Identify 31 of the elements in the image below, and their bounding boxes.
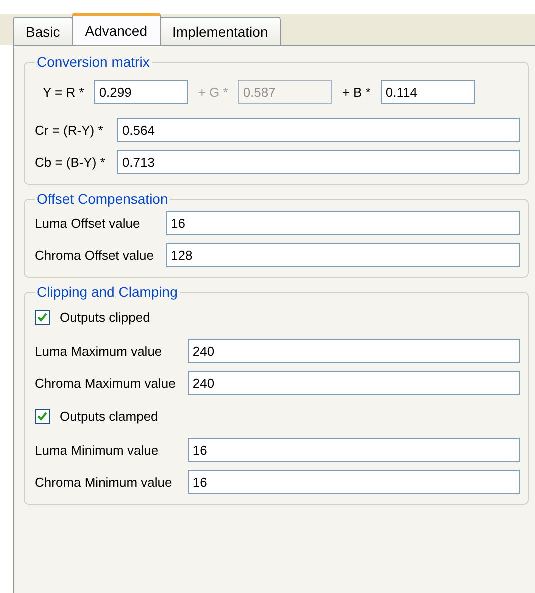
checkbox-label: Outputs clipped — [60, 310, 150, 325]
field-label: Chroma Minimum value — [35, 474, 174, 490]
field-label: + B * — [342, 84, 371, 100]
checkbox-label: Outputs clamped — [60, 409, 158, 424]
checkbox[interactable] — [35, 409, 50, 424]
group-title: Conversion matrix — [36, 54, 151, 70]
field-label: Chroma Offset value — [35, 248, 154, 262]
number-field[interactable]: 16 — [188, 438, 520, 462]
number-field[interactable]: 240 — [188, 371, 520, 395]
number-field[interactable]: 16 — [166, 211, 520, 235]
field-label: + G * — [198, 84, 228, 100]
field-label: Luma Maximum value — [35, 344, 164, 358]
number-field[interactable]: 0.114 — [380, 80, 475, 104]
number-field[interactable]: 0.564 — [117, 118, 520, 142]
number-field[interactable]: 0.713 — [117, 150, 520, 174]
number-field[interactable]: 0.299 — [94, 80, 188, 104]
number-field[interactable]: 240 — [188, 339, 520, 363]
tab[interactable]: Basic — [13, 17, 74, 45]
tab[interactable]: Implementation — [160, 17, 282, 45]
tab[interactable]: Advanced — [72, 13, 161, 45]
group-title: Offset Compensation — [36, 191, 170, 207]
number-field[interactable]: 16 — [188, 470, 520, 494]
field-label: Chroma Maximum value — [35, 376, 176, 390]
field-label: Luma Minimum value — [35, 442, 160, 458]
field-label: Luma Offset value — [35, 216, 142, 230]
checkbox[interactable] — [35, 310, 50, 325]
group-title: Clipping and Clamping — [36, 284, 179, 300]
field-label: Cr = (R-Y) * — [35, 122, 104, 138]
number-field[interactable]: 128 — [166, 243, 520, 267]
field-label: Cb = (B-Y) * — [35, 154, 106, 170]
field-label: Y = R * — [43, 84, 84, 100]
